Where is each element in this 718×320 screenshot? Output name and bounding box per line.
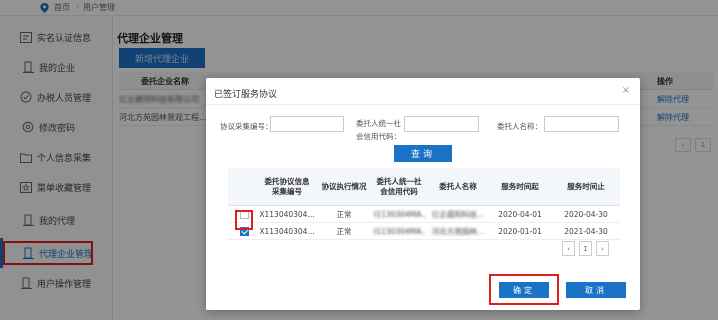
- column-agreement-no: 委托协议信息采集编号: [264, 176, 310, 196]
- close-icon[interactable]: ×: [622, 85, 630, 96]
- client-name-cell: 亿企晨阳科技...: [431, 210, 485, 219]
- divider: [206, 104, 640, 105]
- column-credit-code: 委托人统一社会信用代码: [376, 176, 422, 196]
- prev-page-button[interactable]: ‹: [562, 241, 575, 256]
- column-end-date: 服务时间止: [567, 181, 605, 191]
- status-cell: 正常: [336, 210, 352, 219]
- credit-code-label: 委托人统一社: [356, 119, 401, 128]
- query-button[interactable]: 查询: [394, 145, 452, 162]
- agreement-no-cell: X113040304...: [259, 210, 315, 219]
- start-date-cell: 2020-01-01: [498, 227, 542, 236]
- table-row: X113040304... 正常 91130304MA... 亿企晨阳科技...…: [228, 206, 620, 223]
- client-name-cell: 河北方苑园林...: [431, 227, 485, 236]
- agreement-no-cell: X113040304...: [259, 227, 315, 236]
- dialog-title: 已签订服务协议: [214, 90, 278, 100]
- column-status: 协议执行情况: [321, 181, 367, 191]
- confirm-button[interactable]: 确定: [499, 282, 549, 298]
- cancel-button[interactable]: 取消: [566, 282, 626, 298]
- table-header: 委托协议信息采集编号 协议执行情况 委托人统一社会信用代码 委托人名称 服务时间…: [228, 168, 620, 206]
- client-name-label: 委托人名称：: [497, 122, 542, 131]
- column-start-date: 服务时间起: [501, 181, 539, 191]
- credit-code-cell: 91130304MA...: [374, 210, 426, 219]
- service-agreement-dialog: 已签订服务协议 × 协议采集编号： 委托人统一社 会信用代码： 委托人名称： 查…: [206, 78, 640, 310]
- credit-code-label-2: 会信用代码：: [356, 132, 401, 141]
- column-client-name: 委托人名称: [439, 181, 477, 191]
- credit-code-input[interactable]: [404, 116, 479, 132]
- start-date-cell: 2020-04-01: [498, 210, 542, 219]
- end-date-cell: 2021-04-30: [564, 227, 608, 236]
- status-cell: 正常: [336, 227, 352, 236]
- table-row: X113040304... 正常 91130304MA... 河北方苑园林...…: [228, 223, 620, 240]
- client-name-input[interactable]: [544, 116, 619, 132]
- agreement-no-input[interactable]: [270, 116, 344, 132]
- page-1-button[interactable]: 1: [579, 241, 592, 256]
- credit-code-cell: 91130304MA...: [374, 227, 426, 236]
- agreement-no-label: 协议采集编号：: [220, 122, 273, 131]
- next-page-button[interactable]: ›: [596, 241, 609, 256]
- agreement-table: 委托协议信息采集编号 协议执行情况 委托人统一社会信用代码 委托人名称 服务时间…: [228, 168, 620, 240]
- checkbox-highlight-box: [235, 210, 253, 230]
- dialog-pagination: ‹ 1 ›: [562, 241, 609, 256]
- end-date-cell: 2020-04-30: [564, 210, 608, 219]
